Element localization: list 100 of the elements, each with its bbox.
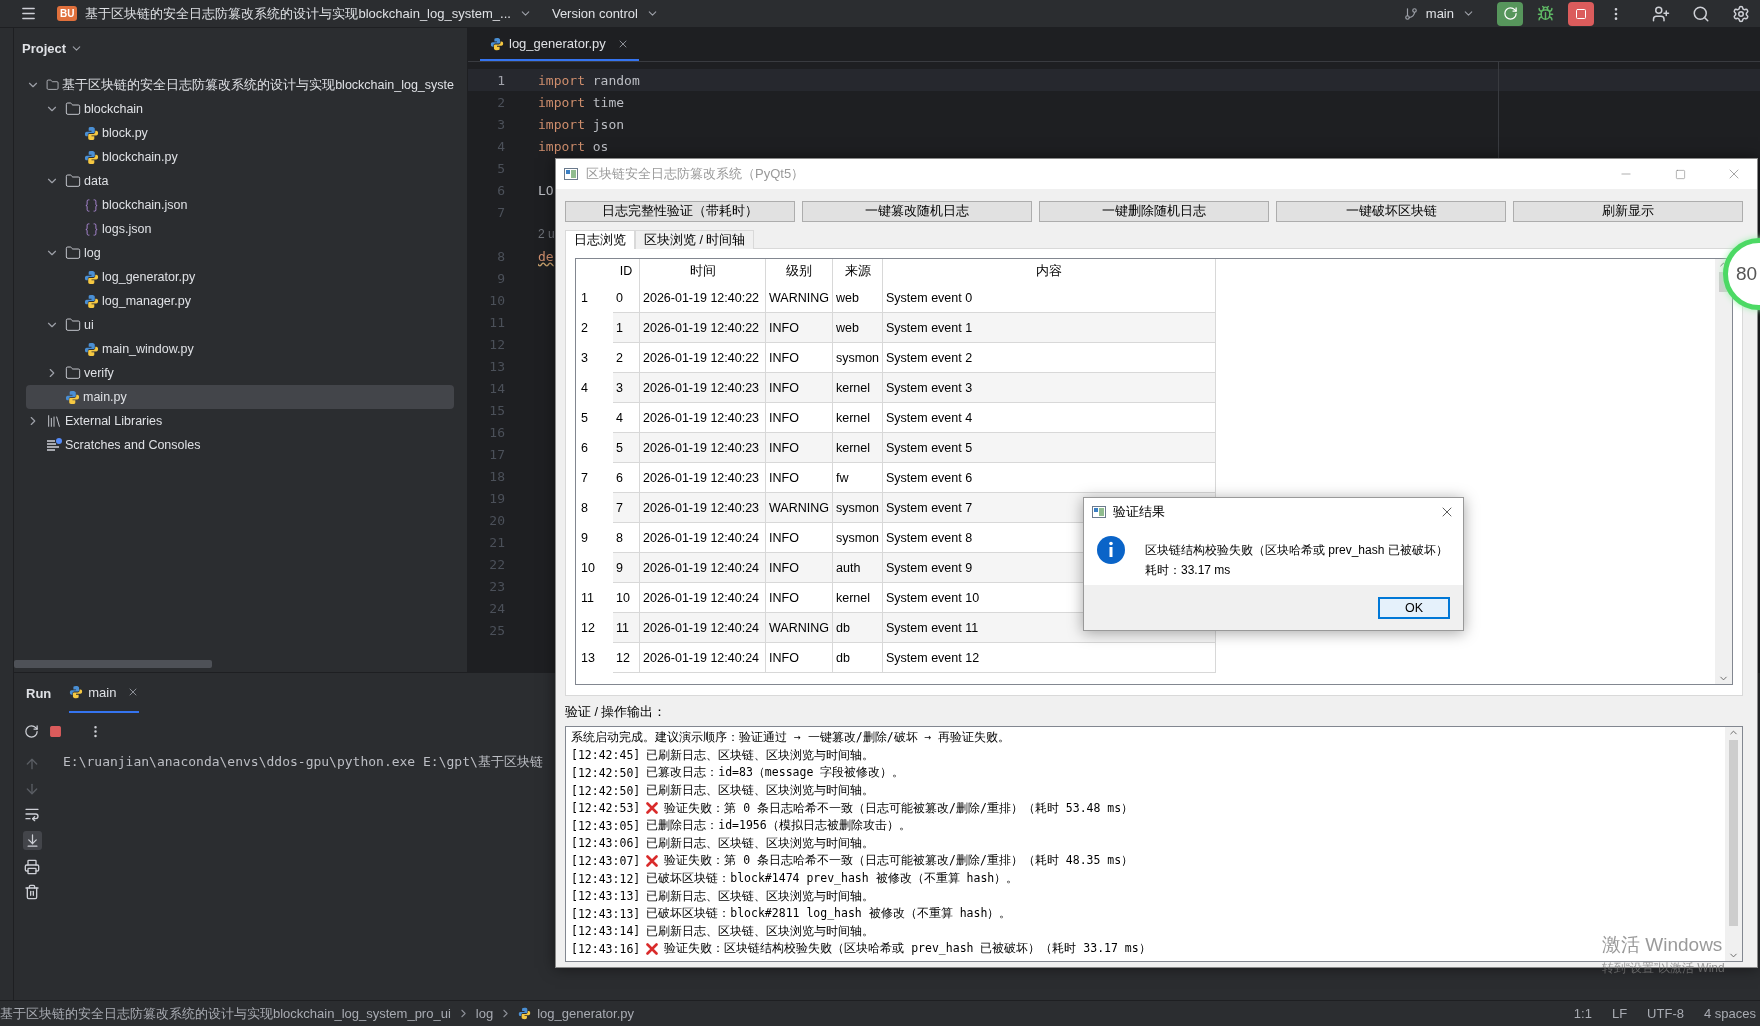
menu-icon[interactable]: [20, 5, 37, 22]
action-button[interactable]: 刷新显示: [1513, 201, 1743, 222]
row-number: 1: [580, 290, 589, 307]
tree-item[interactable]: main.py: [26, 385, 454, 409]
indent-setting[interactable]: 4 spaces: [1703, 1006, 1756, 1021]
table-cell: WARNING: [766, 283, 833, 313]
run-tab[interactable]: main: [69, 673, 140, 713]
row-number: 5: [580, 410, 589, 427]
folder-icon: [65, 365, 81, 381]
python-icon: [84, 269, 99, 285]
python-icon: [69, 685, 84, 699]
action-button[interactable]: 一键破坏区块链: [1276, 201, 1506, 222]
code-line: import json: [538, 116, 625, 132]
python-icon: [84, 125, 99, 141]
panel-title[interactable]: Project: [22, 40, 67, 56]
action-button[interactable]: 一键篡改随机日志: [802, 201, 1032, 222]
tree-item[interactable]: data: [26, 169, 454, 193]
stop-icon[interactable]: [49, 724, 62, 738]
print-icon[interactable]: [24, 859, 40, 875]
python-icon: [84, 293, 99, 309]
editor-tab[interactable]: log_generator.py: [480, 28, 639, 61]
panel-title[interactable]: Run: [26, 685, 52, 701]
table-cell: System event 5: [883, 433, 1216, 463]
branch-icon: [1403, 6, 1418, 21]
log-message: 已删除日志：id=1956（模拟日志被删除攻击）。: [646, 818, 911, 834]
rerun-button[interactable]: [1497, 1, 1523, 26]
python-icon: [65, 389, 80, 405]
table-cell: 2026-01-19 12:40:24: [640, 553, 766, 583]
tree-item[interactable]: 基于区块链的安全日志防篡改系统的设计与实现blockchain_log_syste: [26, 73, 454, 97]
settings-icon[interactable]: [1732, 4, 1750, 23]
ok-button[interactable]: OK: [1378, 596, 1450, 619]
cursor-position[interactable]: 1:1: [1573, 1006, 1592, 1021]
project-title[interactable]: 基于区块链的安全日志防篡改系统的设计与实现blockchain_log_system_...: [85, 4, 511, 23]
breadcrumb[interactable]: 基于区块链的安全日志防篡改系统的设计与实现blockchain_log_system_pro_ui: [0, 1004, 451, 1023]
scroll-to-end-icon[interactable]: [22, 831, 42, 850]
cross-icon: [646, 802, 659, 815]
table-cell: 6: [613, 463, 640, 493]
rerun-icon[interactable]: [24, 723, 39, 739]
table-cell: WARNING: [766, 613, 833, 643]
trash-icon[interactable]: [24, 884, 40, 900]
wrap-icon[interactable]: [24, 806, 40, 822]
log-message: 已刷新日志、区块链、区块浏览与时间轴。: [646, 923, 875, 939]
tree-item[interactable]: block.py: [26, 121, 454, 145]
tree-item[interactable]: log_generator.py: [26, 265, 454, 289]
line-separator[interactable]: LF: [1611, 1006, 1628, 1021]
python-icon: [84, 149, 99, 165]
tree-item[interactable]: main_window.py: [26, 337, 454, 361]
tree-item[interactable]: log_manager.py: [26, 289, 454, 313]
table-cell: 8: [613, 523, 640, 553]
breadcrumb[interactable]: log_generator.py: [537, 1006, 634, 1021]
line-number: 1: [496, 72, 505, 88]
add-user-icon[interactable]: [1652, 4, 1670, 23]
table-cell: INFO: [766, 583, 833, 613]
log-message: 已篡改日志：id=83（message 字段被修改）。: [646, 765, 905, 781]
tree-item[interactable]: logs.json: [26, 217, 454, 241]
folder-icon: [65, 101, 81, 117]
table-cell: 2026-01-19 12:40:24: [640, 583, 766, 613]
tree-item[interactable]: Scratches and Consoles: [26, 433, 454, 457]
scrollbar-thumb[interactable]: [1729, 740, 1738, 926]
tree-item[interactable]: External Libraries: [26, 409, 454, 433]
tree-item[interactable]: verify: [26, 361, 454, 385]
action-button[interactable]: 日志完整性验证（带耗时）: [565, 201, 795, 222]
tree-item[interactable]: blockchain.py: [26, 145, 454, 169]
log-time: [12:42:45]: [571, 748, 641, 763]
table-cell: sysmon: [833, 523, 883, 553]
tree-item[interactable]: log: [26, 241, 454, 265]
breadcrumb[interactable]: log: [475, 1006, 494, 1021]
table-cell: 4: [613, 403, 640, 433]
log-time: [12:43:13]: [571, 906, 641, 921]
info-icon: [1096, 535, 1126, 565]
log-time: [12:43:05]: [571, 818, 641, 833]
table-cell: System event 3: [883, 373, 1216, 403]
table-cell: 10: [613, 583, 640, 613]
activation-title: 激活 Windows: [1602, 933, 1724, 957]
bug-icon[interactable]: [1537, 5, 1554, 22]
row-number: 10: [580, 560, 596, 577]
tree-item[interactable]: blockchain: [26, 97, 454, 121]
code-line: import time: [538, 94, 625, 110]
tree-item[interactable]: blockchain.json: [26, 193, 454, 217]
table-cell: System event 6: [883, 463, 1216, 493]
file-encoding[interactable]: UTF-8: [1647, 1006, 1684, 1021]
table-cell: 0: [613, 283, 640, 313]
row-number: 9: [580, 530, 589, 547]
row-number: 3: [580, 350, 589, 367]
folder-icon: [65, 173, 81, 189]
folder-icon: [65, 245, 81, 261]
table-cell: kernel: [833, 403, 883, 433]
vcs-menu[interactable]: Version control: [551, 6, 638, 21]
branch-name[interactable]: main: [1425, 6, 1454, 21]
search-icon[interactable]: [1692, 4, 1710, 23]
stop-button[interactable]: [1568, 1, 1594, 26]
table-cell: 2026-01-19 12:40:22: [640, 343, 766, 373]
table-cell: INFO: [766, 553, 833, 583]
row-number: 6: [580, 440, 589, 457]
action-button[interactable]: 一键删除随机日志: [1039, 201, 1269, 222]
table-cell: 2026-01-19 12:40:22: [640, 313, 766, 343]
tab[interactable]: 区块浏览 / 时间轴: [635, 230, 755, 249]
tree-item[interactable]: ui: [26, 313, 454, 337]
square-icon: [1575, 7, 1587, 20]
tab[interactable]: 日志浏览: [565, 230, 635, 249]
